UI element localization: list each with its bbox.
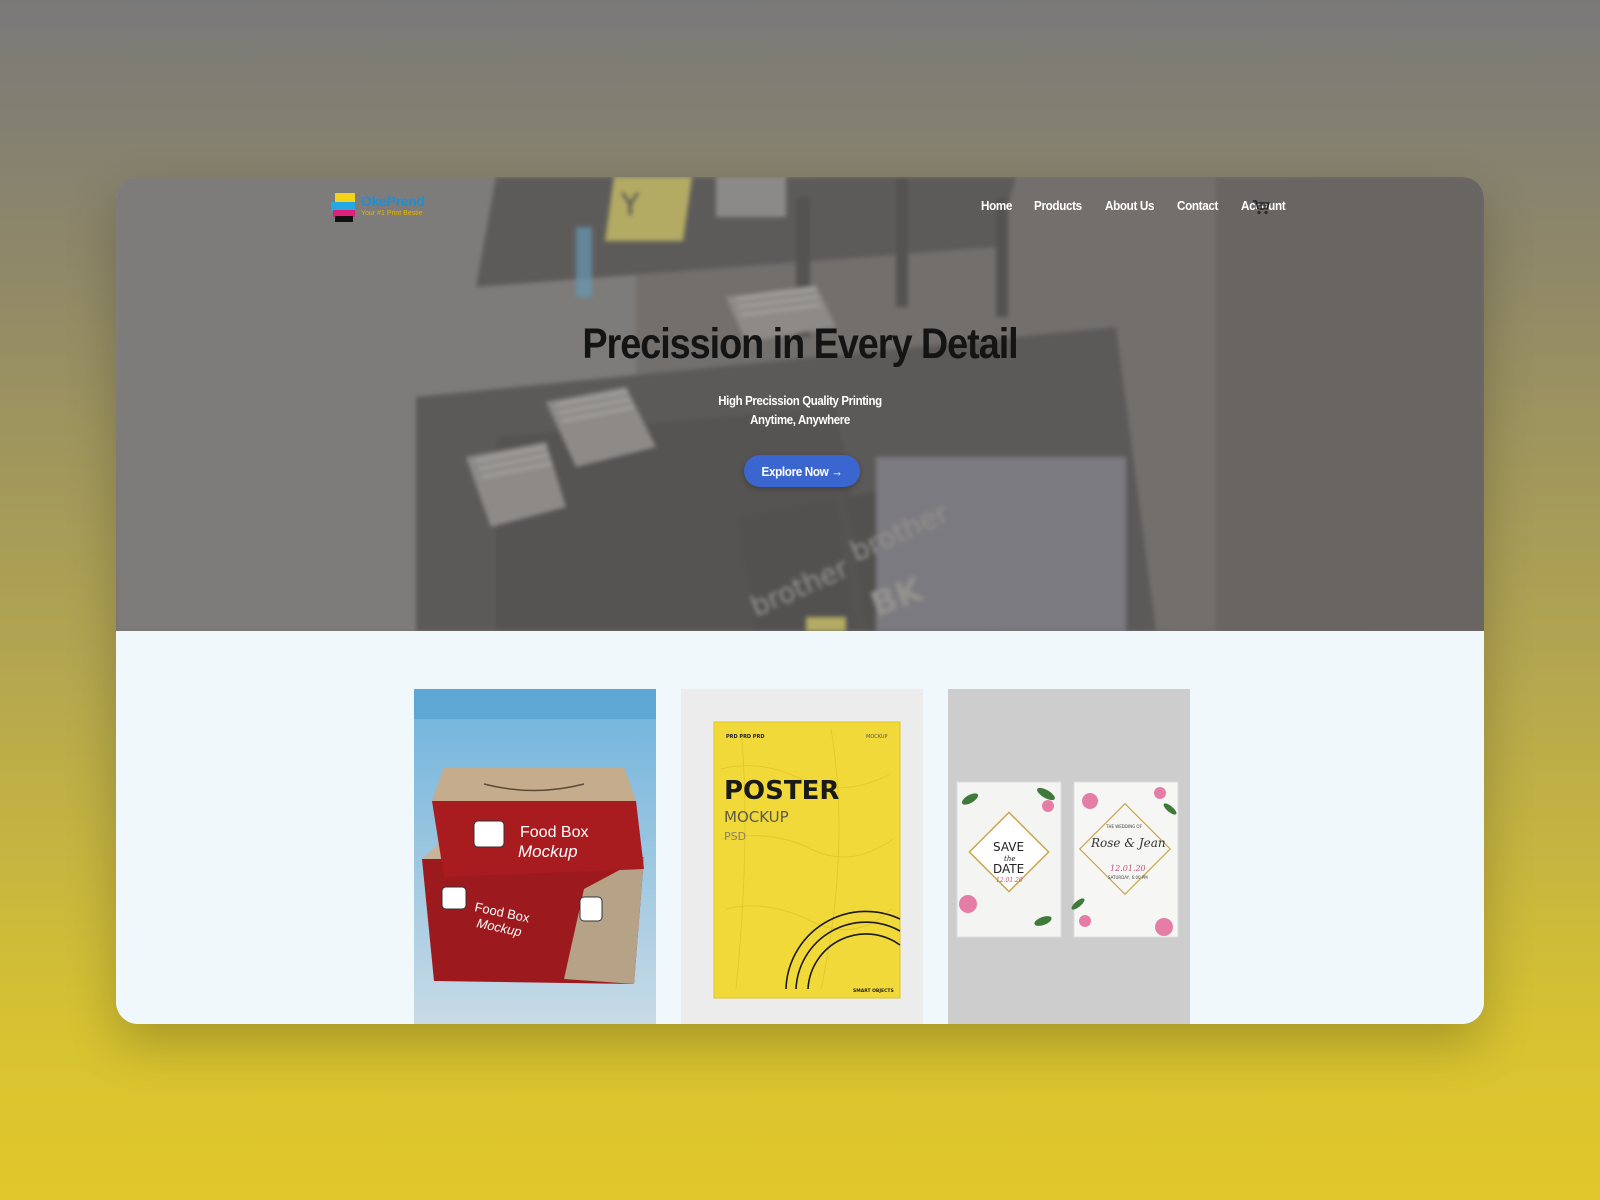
explore-now-label: Explore Now → xyxy=(761,463,843,479)
brand-name: OkePrend xyxy=(361,193,425,209)
poster-title: POSTER xyxy=(724,776,839,806)
invitation-image: SAVE the DATE 12.01.20 THE WEDDING OF Ro… xyxy=(948,689,1190,1024)
poster-image: PRD PRD PRD MOCKUP POSTER MOCKUP PSD SMA… xyxy=(681,689,923,1024)
poster-subtitle: MOCKUP xyxy=(724,808,789,826)
poster-logo: PRD PRD PRD xyxy=(726,734,764,740)
brand-tagline: Your #1 Print Bestie xyxy=(361,210,423,217)
hero-subtitle-line-2: Anytime, Anywhere xyxy=(750,412,850,427)
cart-icon[interactable] xyxy=(1252,199,1270,215)
wedding-date: 12.01.20 xyxy=(1110,864,1146,873)
food-box-text-line-2: Mockup xyxy=(518,842,578,861)
brand-logo[interactable]: OkePrend Your #1 Print Bestie xyxy=(331,193,441,227)
food-box-image: Food Box Mockup Food Box Mockup xyxy=(414,689,656,1024)
navbar: OkePrend Your #1 Print Bestie Home Produ… xyxy=(116,177,1484,247)
nav-products[interactable]: Products xyxy=(1034,198,1082,213)
nav-contact[interactable]: Contact xyxy=(1177,198,1218,213)
explore-now-button[interactable]: Explore Now → xyxy=(744,455,860,487)
poster-footer: SMART OBJECTS xyxy=(853,988,894,994)
food-box-text-line-1: Food Box xyxy=(520,824,588,841)
nav-about-us[interactable]: About Us xyxy=(1105,198,1154,213)
products-section: Food Box Mockup Food Box Mockup PRD PRD … xyxy=(116,631,1484,1024)
poster-subtitle-2: PSD xyxy=(724,830,746,843)
hero-section: Y brother brother BK OkePrend Your #1 Pr… xyxy=(116,177,1484,631)
wedding-of-text: THE WEDDING OF xyxy=(1105,824,1143,829)
hero-subtitle-line-1: High Precission Quality Printing xyxy=(718,393,882,408)
product-card-poster[interactable]: PRD PRD PRD MOCKUP POSTER MOCKUP PSD SMA… xyxy=(681,689,923,1024)
poster-corner-text: MOCKUP xyxy=(866,734,888,740)
hero-title: Precission in Every Detail xyxy=(582,320,1018,368)
product-card-food-box[interactable]: Food Box Mockup Food Box Mockup xyxy=(414,689,656,1024)
save-text-1: SAVE xyxy=(993,840,1024,854)
product-card-invitation[interactable]: SAVE the DATE 12.01.20 THE WEDDING OF Ro… xyxy=(948,689,1190,1024)
save-text-3: DATE xyxy=(993,862,1024,876)
nav-home[interactable]: Home xyxy=(981,198,1012,213)
browser-frame: Y brother brother BK OkePrend Your #1 Pr… xyxy=(116,177,1484,1024)
wedding-names: Rose & Jean xyxy=(1090,836,1166,850)
save-date: 12.01.20 xyxy=(996,877,1023,884)
logo-mark-icon xyxy=(331,193,355,222)
wedding-time: SATURDAY, 6:00 PM xyxy=(1108,875,1148,880)
